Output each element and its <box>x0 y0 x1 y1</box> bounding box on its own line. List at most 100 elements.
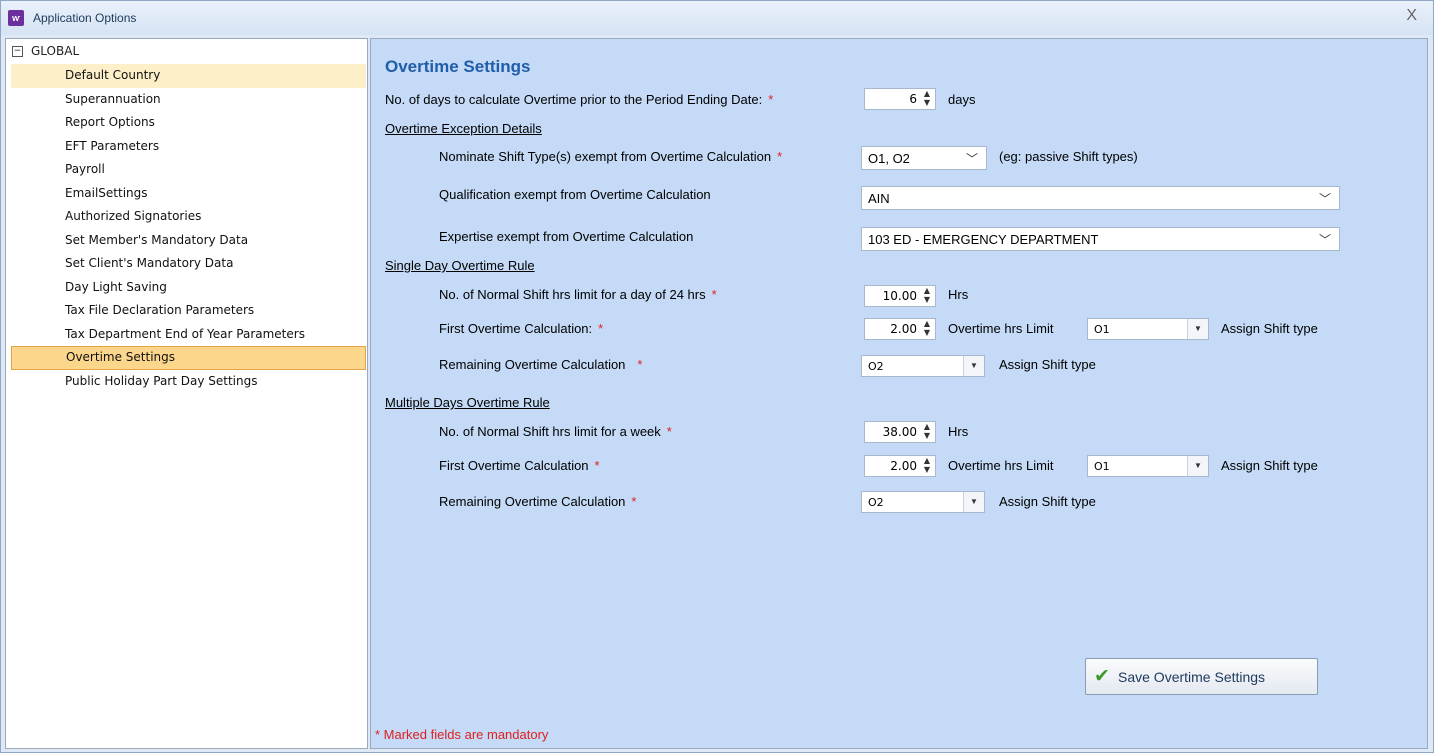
spinner-arrows-icon[interactable]: ▲ ▼ <box>921 422 933 440</box>
days-unit: days <box>948 92 976 107</box>
single-first-ot-value: 2.00 <box>890 322 917 336</box>
single-day-heading: Single Day Overtime Rule <box>385 258 535 273</box>
options-tree: − GLOBAL Default Country Superannuation R… <box>5 38 368 749</box>
tree-item-tax-end-of-year[interactable]: Tax Department End of Year Parameters <box>11 323 366 347</box>
required-marker: * <box>594 458 600 473</box>
multi-remaining-ot-label-text: Remaining Overtime Calculation <box>439 494 626 509</box>
close-button[interactable]: X <box>1406 7 1417 25</box>
hrs-unit: Hrs <box>948 287 969 302</box>
save-overtime-settings-button[interactable]: ✔ Save Overtime Settings <box>1085 658 1318 695</box>
tree-item-superannuation[interactable]: Superannuation <box>11 88 366 112</box>
single-remaining-ot-shift-value: O2 <box>868 360 884 373</box>
shift-types-select[interactable]: O1, O2 ﹀ <box>861 146 987 170</box>
single-normal-hrs-label-text: No. of Normal Shift hrs limit for a day … <box>439 287 706 302</box>
app-logo-icon: ⱳ <box>8 10 24 26</box>
multi-first-ot-value: 2.00 <box>890 459 917 473</box>
spinner-arrows-icon[interactable]: ▲ ▼ <box>921 319 933 337</box>
tree-item-day-light-saving[interactable]: Day Light Saving <box>11 276 366 300</box>
dropdown-arrow-icon[interactable]: ▼ <box>1187 319 1208 339</box>
app-window: ⱳ Application Options X − GLOBAL Default … <box>0 0 1434 753</box>
shift-types-value: O1, O2 <box>868 151 910 166</box>
tree-item-overtime-settings[interactable]: Overtime Settings <box>11 346 366 370</box>
single-remaining-ot-shift-select[interactable]: O2 ▼ <box>861 355 985 377</box>
tree-item-member-mandatory-data[interactable]: Set Member's Mandatory Data <box>11 229 366 253</box>
required-marker: * <box>777 149 783 164</box>
shift-types-label: Nominate Shift Type(s) exempt from Overt… <box>439 149 782 164</box>
shift-types-label-text: Nominate Shift Type(s) exempt from Overt… <box>439 149 772 164</box>
multi-normal-hrs-spinner[interactable]: 38.00 ▲ ▼ <box>864 421 936 443</box>
expertise-select[interactable]: 103 ED - EMERGENCY DEPARTMENT ﹀ <box>861 227 1340 251</box>
chevron-down-icon[interactable]: ﹀ <box>966 150 978 167</box>
dropdown-arrow-icon[interactable]: ▼ <box>963 356 984 376</box>
multi-first-ot-label: First Overtime Calculation * <box>439 458 600 473</box>
checkmark-icon: ✔ <box>1094 666 1110 687</box>
multi-remaining-ot-shift-value: O2 <box>868 496 884 509</box>
window-title: Application Options <box>33 11 137 25</box>
assign-shift-label: Assign Shift type <box>999 494 1096 509</box>
single-normal-hrs-value: 10.00 <box>882 289 917 303</box>
overtime-settings-panel: Overtime Settings No. of days to calcula… <box>370 38 1428 749</box>
qualification-label: Qualification exempt from Overtime Calcu… <box>439 187 711 202</box>
expertise-value: 103 ED - EMERGENCY DEPARTMENT <box>868 232 1099 247</box>
multi-day-heading: Multiple Days Overtime Rule <box>385 395 550 410</box>
tree-item-eft-parameters[interactable]: EFT Parameters <box>11 135 366 159</box>
single-first-ot-spinner[interactable]: 2.00 ▲ ▼ <box>864 318 936 340</box>
hrs-unit: Hrs <box>948 424 969 439</box>
tree-item-default-country[interactable]: Default Country <box>11 64 366 88</box>
collapse-icon[interactable]: − <box>12 46 23 57</box>
qualification-value: AIN <box>868 191 890 206</box>
required-marker: * <box>631 494 637 509</box>
spinner-arrows-icon[interactable]: ▲ ▼ <box>921 286 933 304</box>
tree-item-tax-file-declaration[interactable]: Tax File Declaration Parameters <box>11 299 366 323</box>
mandatory-footnote: * Marked fields are mandatory <box>375 727 549 742</box>
multi-normal-hrs-label-text: No. of Normal Shift hrs limit for a week <box>439 424 661 439</box>
ot-hrs-limit-label: Overtime hrs Limit <box>948 321 1054 336</box>
title-bar: ⱳ Application Options X <box>1 1 1433 35</box>
required-marker: * <box>666 424 672 439</box>
tree-item-public-holiday[interactable]: Public Holiday Part Day Settings <box>11 370 366 394</box>
chevron-down-icon[interactable]: ﹀ <box>1319 190 1331 207</box>
tree-root-global[interactable]: − GLOBAL <box>12 42 79 60</box>
tree-item-email-settings[interactable]: EmailSettings <box>11 182 366 206</box>
required-marker: * <box>768 92 774 107</box>
required-marker: * <box>637 357 643 372</box>
tree-root-label: GLOBAL <box>31 44 80 58</box>
multi-first-ot-shift-select[interactable]: O1 ▼ <box>1087 455 1209 477</box>
shift-types-hint: (eg: passive Shift types) <box>999 149 1138 164</box>
spinner-arrows-icon[interactable]: ▲ ▼ <box>921 89 933 107</box>
assign-shift-label: Assign Shift type <box>999 357 1096 372</box>
qualification-select[interactable]: AIN ﹀ <box>861 186 1340 210</box>
tree-item-payroll[interactable]: Payroll <box>11 158 366 182</box>
single-normal-hrs-label: No. of Normal Shift hrs limit for a day … <box>439 287 717 302</box>
single-first-ot-label-text: First Overtime Calculation: <box>439 321 593 336</box>
expertise-label: Expertise exempt from Overtime Calculati… <box>439 229 694 244</box>
days-prior-value: 6 <box>909 92 917 106</box>
chevron-down-icon[interactable]: ﹀ <box>1319 231 1331 248</box>
single-remaining-ot-label: Remaining Overtime Calculation * <box>439 357 642 372</box>
tree-items: Default Country Superannuation Report Op… <box>11 64 366 393</box>
multi-remaining-ot-shift-select[interactable]: O2 ▼ <box>861 491 985 513</box>
multi-remaining-ot-label: Remaining Overtime Calculation * <box>439 494 636 509</box>
assign-shift-label: Assign Shift type <box>1221 458 1318 473</box>
days-prior-label-text: No. of days to calculate Overtime prior … <box>385 92 763 107</box>
multi-normal-hrs-label: No. of Normal Shift hrs limit for a week… <box>439 424 672 439</box>
tree-item-report-options[interactable]: Report Options <box>11 111 366 135</box>
required-marker: * <box>711 287 717 302</box>
tree-item-client-mandatory-data[interactable]: Set Client's Mandatory Data <box>11 252 366 276</box>
assign-shift-label: Assign Shift type <box>1221 321 1318 336</box>
dropdown-arrow-icon[interactable]: ▼ <box>1187 456 1208 476</box>
days-prior-spinner[interactable]: 6 ▲ ▼ <box>864 88 936 110</box>
spinner-arrows-icon[interactable]: ▲ ▼ <box>921 456 933 474</box>
multi-first-ot-shift-value: O1 <box>1094 460 1110 473</box>
multi-first-ot-spinner[interactable]: 2.00 ▲ ▼ <box>864 455 936 477</box>
single-first-ot-label: First Overtime Calculation: * <box>439 321 603 336</box>
multi-first-ot-label-text: First Overtime Calculation <box>439 458 589 473</box>
dropdown-arrow-icon[interactable]: ▼ <box>963 492 984 512</box>
single-first-ot-shift-select[interactable]: O1 ▼ <box>1087 318 1209 340</box>
single-remaining-ot-label-text: Remaining Overtime Calculation <box>439 357 626 372</box>
tree-item-authorized-signatories[interactable]: Authorized Signatories <box>11 205 366 229</box>
single-normal-hrs-spinner[interactable]: 10.00 ▲ ▼ <box>864 285 936 307</box>
exception-heading: Overtime Exception Details <box>385 121 542 136</box>
multi-normal-hrs-value: 38.00 <box>882 425 917 439</box>
days-prior-label: No. of days to calculate Overtime prior … <box>385 92 773 107</box>
